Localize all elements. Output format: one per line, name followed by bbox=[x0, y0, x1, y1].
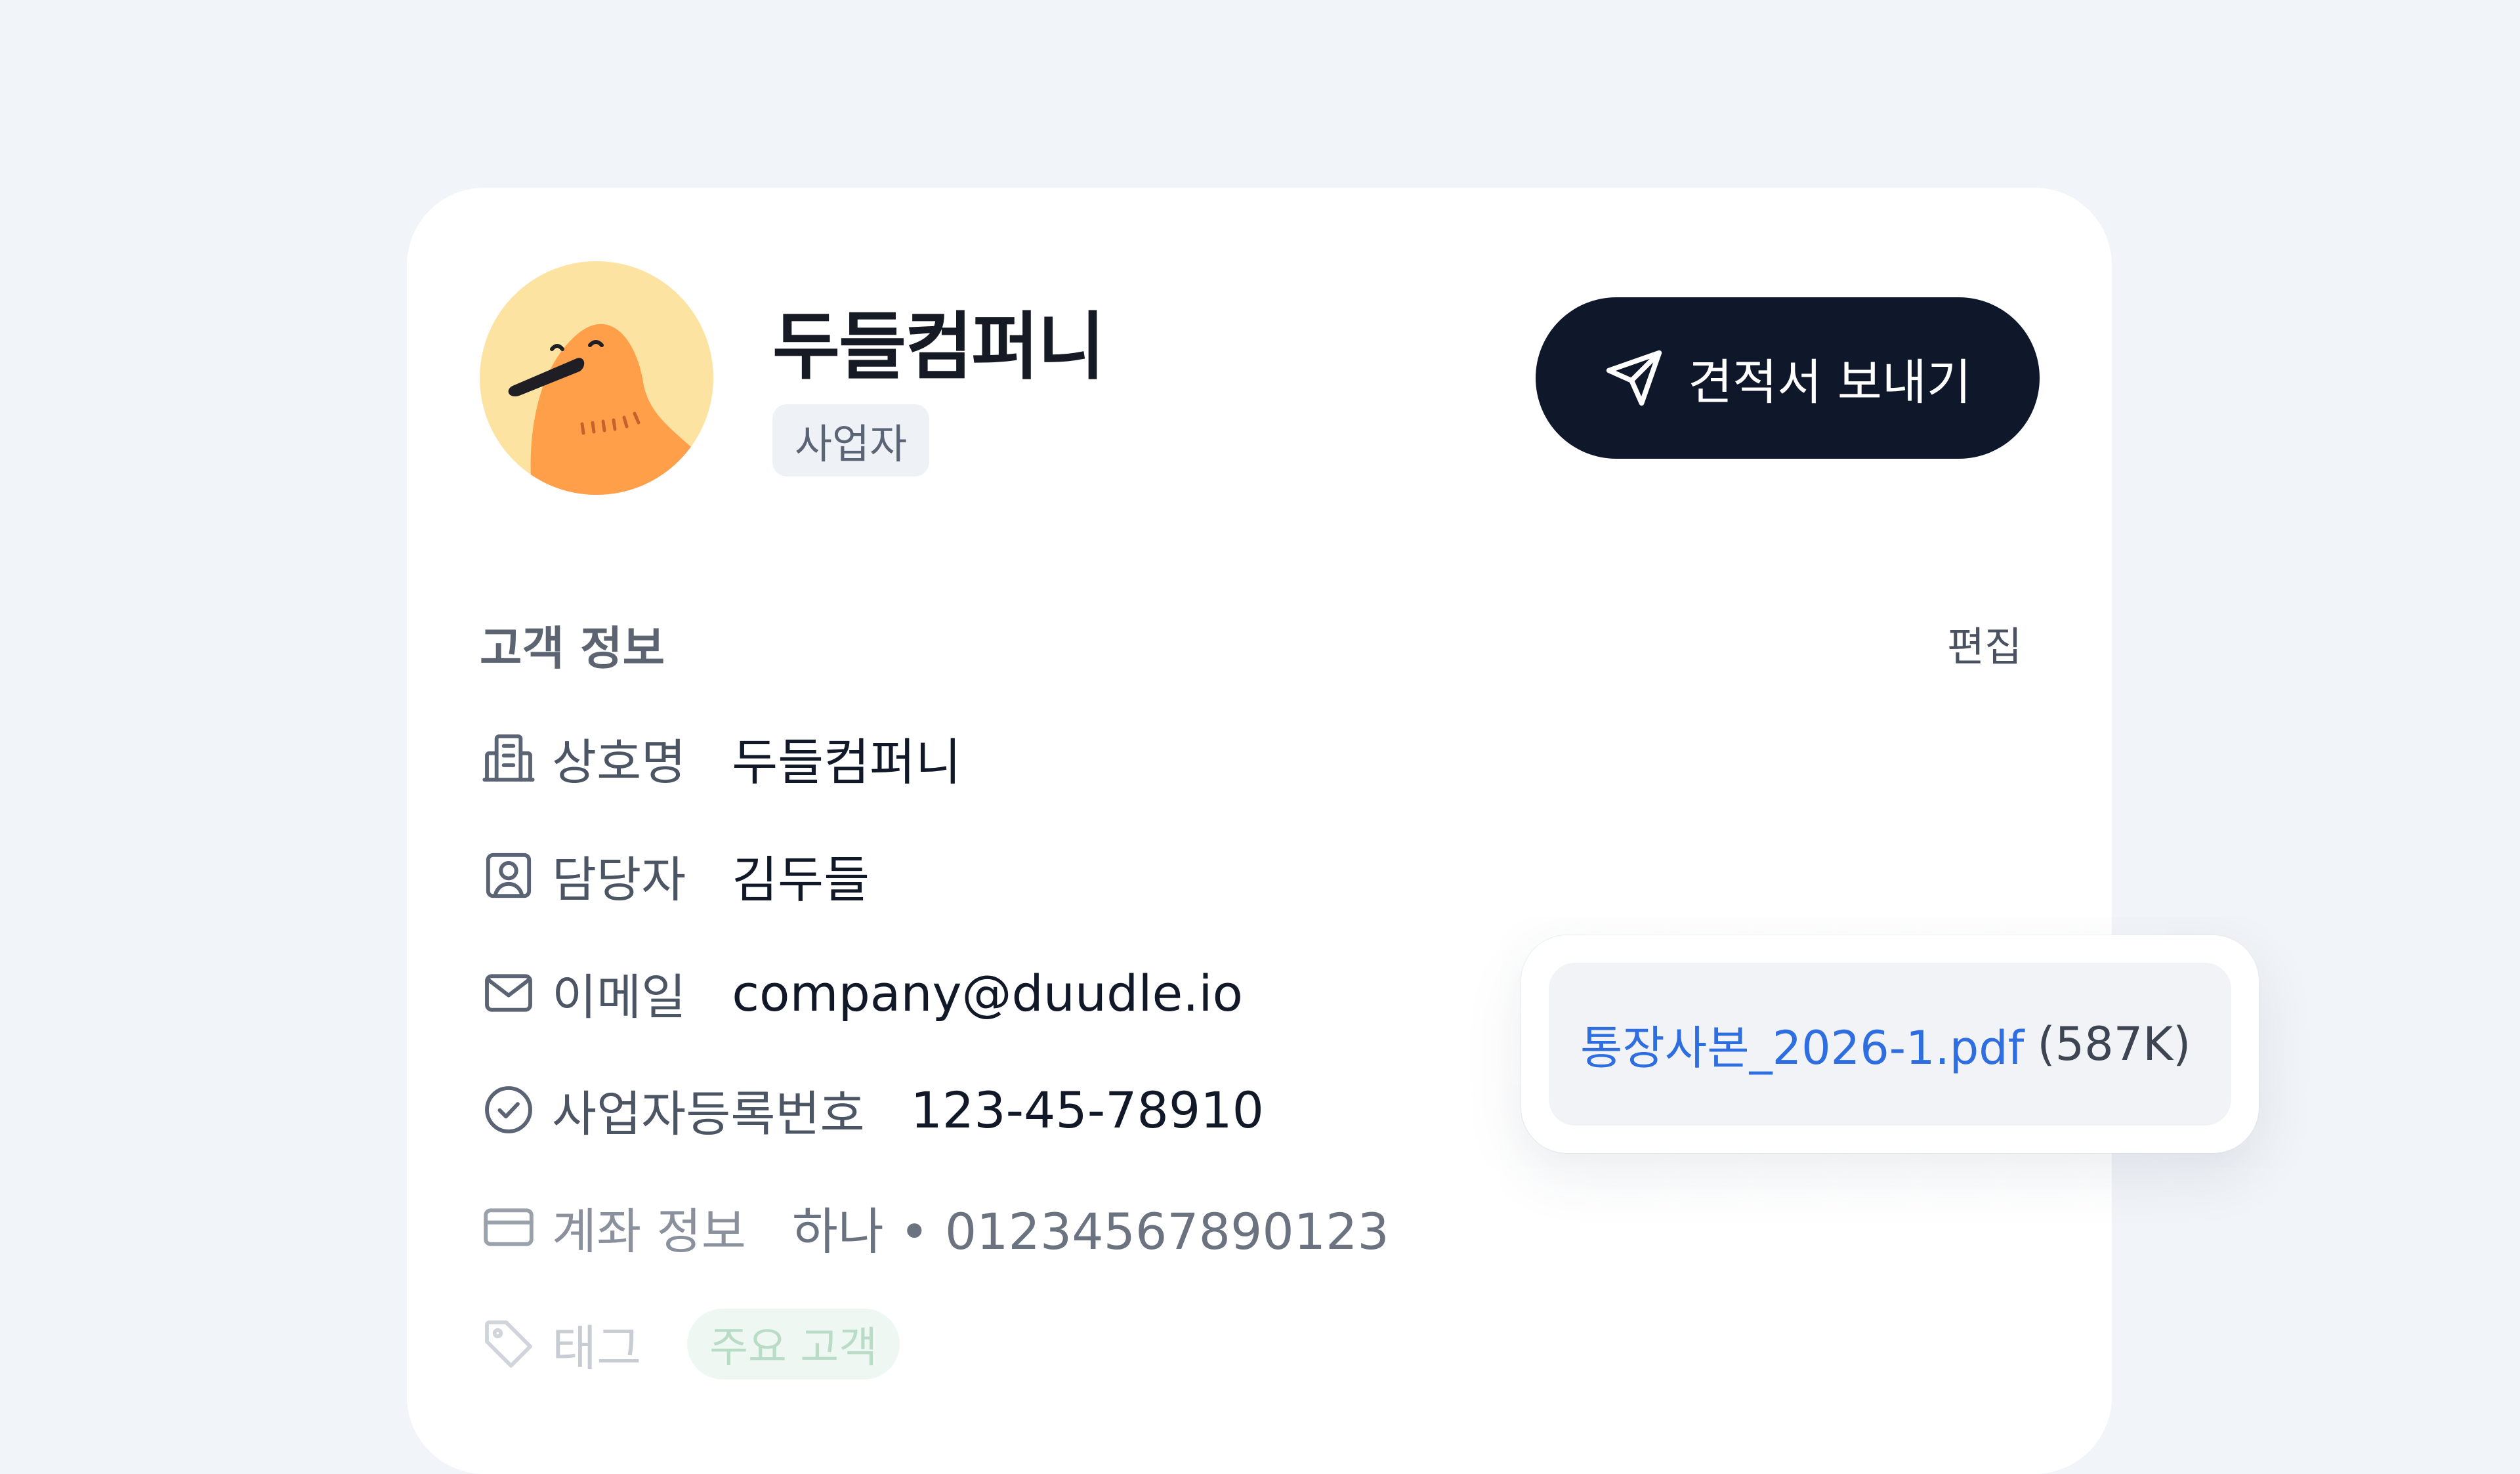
edit-button[interactable]: 편집 bbox=[1947, 614, 2022, 673]
info-row-tag: 태그 주요 고객 bbox=[480, 1308, 900, 1380]
attachment-file-link[interactable]: 통장사본_2026-1.pdf bbox=[1580, 1011, 2024, 1078]
send-estimate-label: 견적서 보내기 bbox=[1687, 354, 1971, 411]
send-estimate-button[interactable]: 견적서 보내기 bbox=[1536, 297, 2040, 459]
info-label: 사업자등록번호 bbox=[552, 1085, 865, 1143]
info-value: 하나 • 01234567890123 bbox=[791, 1202, 1389, 1261]
building-icon bbox=[482, 734, 535, 782]
info-value: 김두들 bbox=[732, 851, 870, 909]
mail-icon bbox=[485, 974, 532, 1012]
send-icon bbox=[1606, 350, 1662, 406]
info-value: 두들컴퍼니 bbox=[732, 733, 961, 791]
info-label: 태그 bbox=[552, 1320, 642, 1377]
tag-chip[interactable]: 주요 고객 bbox=[687, 1309, 900, 1379]
business-type-badge: 사업자 bbox=[772, 404, 930, 476]
tag-chip-label: 주요 고객 bbox=[709, 1324, 878, 1372]
attachment-chip[interactable]: 통장사본_2026-1.pdf (587K) bbox=[1549, 963, 2231, 1126]
info-row-email: 이메일 company@duudle.io bbox=[480, 957, 1243, 1029]
email-value[interactable]: company@duudle.io bbox=[732, 964, 1243, 1022]
business-type-label: 사업자 bbox=[795, 420, 908, 468]
info-label: 상호명 bbox=[552, 734, 686, 791]
attachment-popover: 통장사본_2026-1.pdf (587K) bbox=[1521, 935, 2259, 1153]
contact-person-icon bbox=[486, 853, 532, 898]
info-label: 담당자 bbox=[552, 851, 686, 908]
attachment-file-size: (587K) bbox=[2037, 1017, 2191, 1071]
credit-card-icon bbox=[484, 1208, 534, 1246]
info-value: 123-45-78910 bbox=[910, 1080, 1264, 1139]
info-row-business-number: 사업자등록번호 123-45-78910 bbox=[480, 1074, 1264, 1146]
check-circle-icon bbox=[485, 1086, 532, 1133]
customer-info-title: 고객 정보 bbox=[480, 621, 665, 675]
avatar bbox=[480, 261, 713, 495]
info-row-account: 계좌 정보 하나 • 01234567890123 bbox=[480, 1191, 1389, 1263]
info-row-manager: 담당자 김두들 bbox=[480, 839, 870, 912]
company-title: 두들컴퍼니 bbox=[772, 305, 1105, 390]
info-label: 계좌 정보 bbox=[552, 1203, 746, 1260]
info-row-company: 상호명 두들컴퍼니 bbox=[480, 722, 961, 794]
info-label: 이메일 bbox=[552, 969, 686, 1026]
tag-icon bbox=[485, 1320, 532, 1368]
